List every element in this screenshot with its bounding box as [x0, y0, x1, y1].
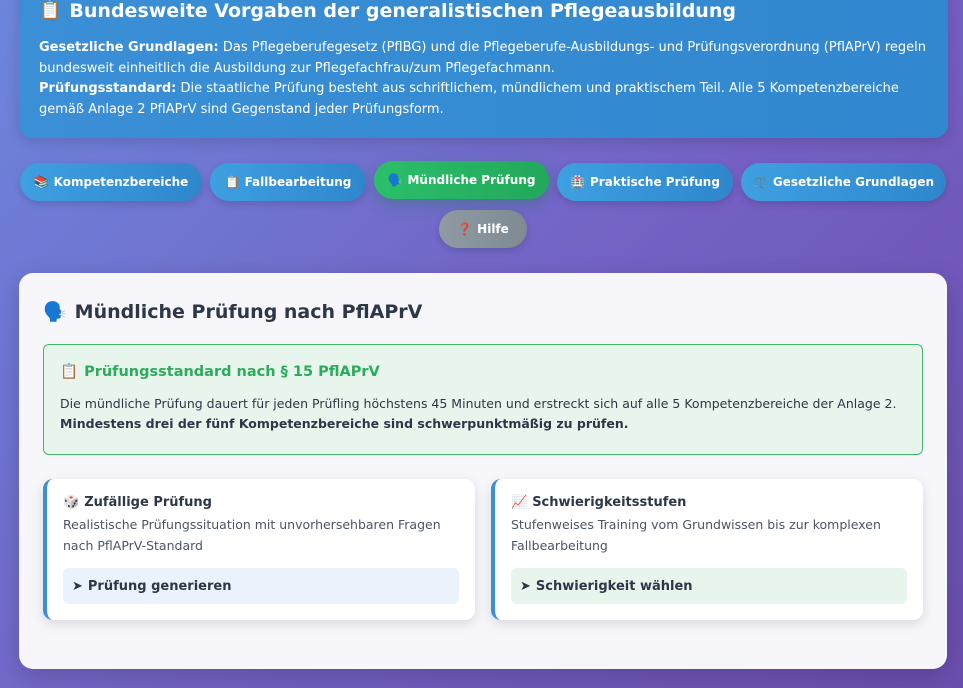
- clipboard-icon: 📋: [60, 364, 79, 380]
- tab-label: Mündliche Prüfung: [407, 173, 536, 187]
- feature-title-text: Zufällige Prüfung: [84, 495, 212, 510]
- standard-text: Die mündliche Prüfung dauert für jeden P…: [60, 394, 906, 434]
- tab-bar: 📚 Kompetenzbereiche 📋 Fallbearbeitung 🗣️…: [0, 160, 963, 260]
- standard-text-emphasis: Mindestens drei der fünf Kompetenzbereic…: [60, 416, 629, 431]
- tab-label: Fallbearbeitung: [244, 175, 352, 189]
- clipboard-icon: 📋: [224, 175, 240, 189]
- speaking-head-icon: 🗣️: [43, 301, 67, 323]
- tab-fallbearbeitung[interactable]: 📋 Fallbearbeitung: [210, 163, 366, 201]
- tab-hilfe[interactable]: ❓ Hilfe: [439, 210, 527, 248]
- arrow-icon: ➤: [72, 578, 83, 594]
- speaking-head-icon: 🗣️: [387, 173, 403, 187]
- question-icon: ❓: [457, 222, 473, 236]
- button-label: Schwierigkeit wählen: [535, 578, 693, 594]
- tab-gesetzliche-grundlagen[interactable]: ⚖️ Gesetzliche Grundlagen: [741, 163, 946, 201]
- tab-muendliche-pruefung[interactable]: 🗣️ Mündliche Prüfung: [374, 161, 549, 199]
- chart-increasing-icon: 📈: [511, 495, 528, 510]
- feature-card-difficulty: 📈 Schwierigkeitsstufen Stufenweises Trai…: [491, 479, 923, 620]
- dice-icon: 🎲: [63, 495, 80, 510]
- tab-label: Kompetenzbereiche: [53, 175, 189, 189]
- feature-title-text: Schwierigkeitsstufen: [532, 495, 687, 510]
- arrow-icon: ➤: [520, 578, 531, 594]
- exam-standard-label: Prüfungsstandard:: [39, 81, 177, 96]
- tab-label: Praktische Prüfung: [590, 175, 720, 189]
- tab-label: Hilfe: [477, 222, 509, 236]
- button-label: Prüfung generieren: [87, 578, 232, 594]
- tab-praktische-pruefung[interactable]: 🏥 Praktische Prüfung: [557, 163, 733, 201]
- scales-icon: ⚖️: [752, 175, 768, 189]
- standard-title-text: Prüfungsstandard nach § 15 PflAPrV: [84, 363, 380, 380]
- standard-info-box: 📋 Prüfungsstandard nach § 15 PflAPrV Die…: [43, 344, 923, 455]
- clipboard-icon: 📋: [39, 0, 62, 21]
- content-card: 🗣️ Mündliche Prüfung nach PflAPrV 📋 Prüf…: [19, 273, 947, 669]
- header-title-text: Bundesweite Vorgaben der generalistische…: [69, 0, 736, 22]
- books-icon: 📚: [33, 175, 49, 189]
- feature-description: Stufenweises Training vom Grundwissen bi…: [511, 517, 881, 553]
- header-title: 📋 Bundesweite Vorgaben der generalistisc…: [39, 0, 928, 22]
- feature-card-random-exam: 🎲 Zufällige Prüfung Realistische Prüfung…: [43, 479, 475, 620]
- header-banner: 📋 Bundesweite Vorgaben der generalistisc…: [19, 0, 948, 138]
- feature-title: 📈 Schwierigkeitsstufen: [511, 495, 907, 510]
- page-title-text: Mündliche Prüfung nach PflAPrV: [74, 300, 423, 323]
- standard-text-body: Die mündliche Prüfung dauert für jeden P…: [60, 396, 897, 411]
- page-title: 🗣️ Mündliche Prüfung nach PflAPrV: [43, 300, 423, 324]
- header-description: Gesetzliche Grundlagen: Das Pflegeberufe…: [39, 38, 928, 120]
- legal-basis-label: Gesetzliche Grundlagen:: [39, 40, 219, 55]
- choose-difficulty-button[interactable]: ➤ Schwierigkeit wählen: [511, 568, 907, 604]
- tab-kompetenzbereiche[interactable]: 📚 Kompetenzbereiche: [20, 163, 202, 201]
- standard-title: 📋 Prüfungsstandard nach § 15 PflAPrV: [60, 363, 906, 381]
- feature-description: Realistische Prüfungssituation mit unvor…: [63, 517, 441, 553]
- feature-title: 🎲 Zufällige Prüfung: [63, 495, 459, 510]
- tab-label: Gesetzliche Grundlagen: [772, 175, 935, 189]
- generate-exam-button[interactable]: ➤ Prüfung generieren: [63, 568, 459, 604]
- hospital-icon: 🏥: [570, 175, 586, 189]
